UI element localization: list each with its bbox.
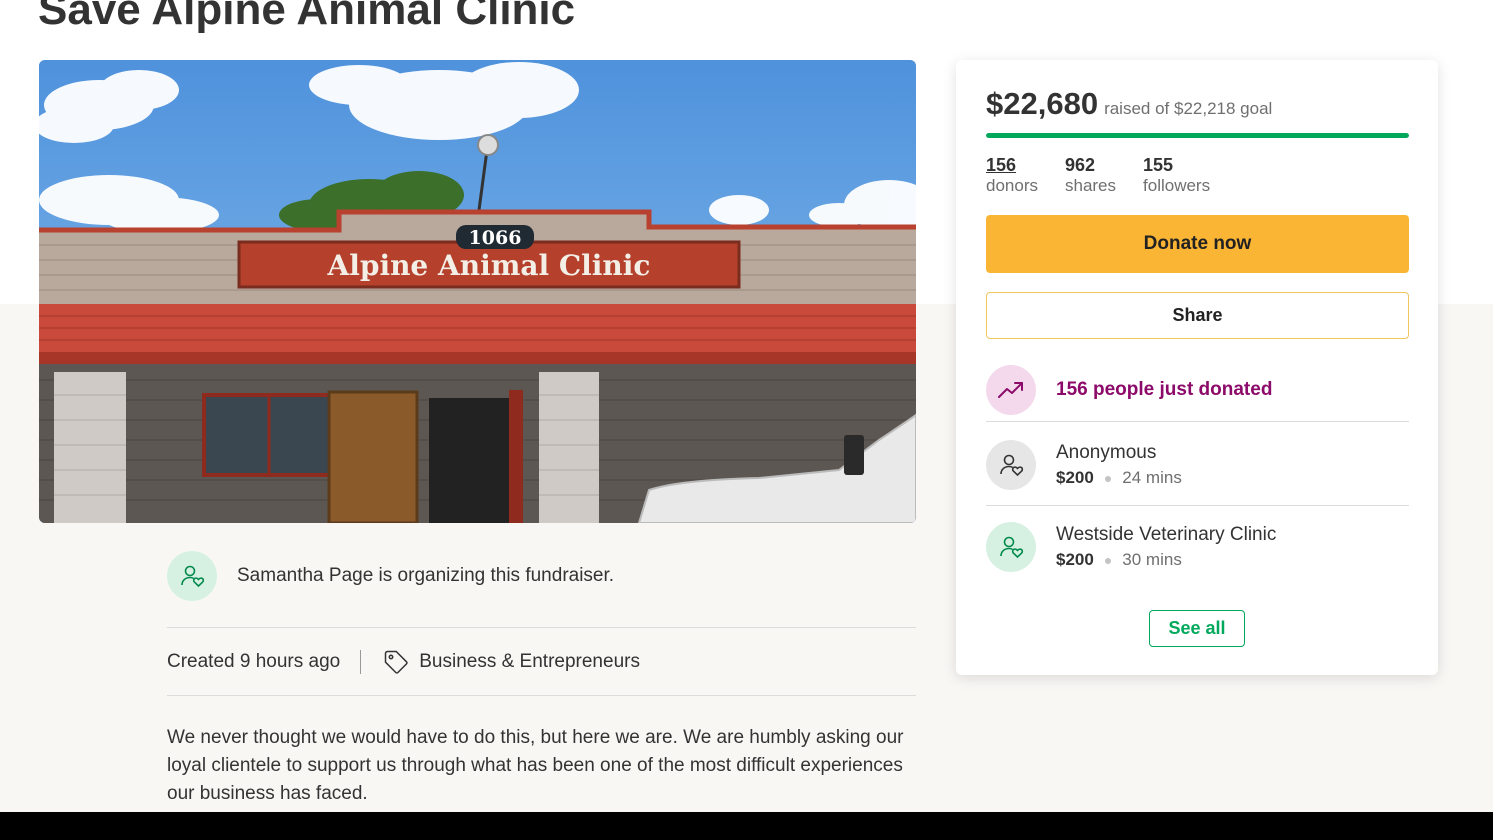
donor-name: Westside Veterinary Clinic	[1056, 524, 1277, 545]
donate-now-button[interactable]: Donate now	[986, 215, 1409, 273]
stat-value: 155	[1143, 155, 1174, 175]
see-all-button[interactable]: See all	[1149, 610, 1245, 647]
raised-goal: raised of $22,218 goal	[1104, 99, 1273, 118]
donation-amount: $200	[1056, 550, 1094, 569]
donation-item: Anonymous $200 ● 24 mins	[986, 424, 1409, 506]
person-heart-icon	[167, 551, 217, 601]
category-link[interactable]: Business & Entrepreneurs	[383, 649, 640, 675]
divider	[167, 627, 916, 628]
organizer-text: Samantha Page is organizing this fundrai…	[237, 565, 615, 586]
meta-separator	[360, 650, 362, 674]
stat-label: donors	[986, 176, 1038, 195]
donation-details: $200 ● 24 mins	[1056, 466, 1182, 490]
raised-summary: $22,680 raised of $22,218 goal	[986, 86, 1272, 122]
donation-info: Anonymous $200 ● 24 mins	[1056, 440, 1182, 490]
stats-row: 156 donors 962 shares 155 followers	[986, 154, 1237, 196]
hero-image: 1066 Alpine Animal Clinic	[39, 60, 916, 523]
donation-time: 24 mins	[1122, 467, 1182, 487]
donation-card: $22,680 raised of $22,218 goal 156 donor…	[956, 60, 1438, 675]
stat-followers: 155 followers	[1143, 154, 1210, 196]
donation-time: 30 mins	[1122, 550, 1182, 569]
dot-separator: ●	[1103, 552, 1113, 568]
stat-label: followers	[1143, 176, 1211, 195]
fundraiser-meta: Created 9 hours ago Business & Entrepren…	[167, 644, 640, 680]
progress-bar	[986, 133, 1409, 138]
stat-value[interactable]: 156	[986, 154, 1038, 176]
bottom-black-bar	[0, 812, 1493, 840]
divider	[167, 695, 916, 696]
created-time: Created 9 hours ago	[167, 651, 341, 672]
stat-donors[interactable]: 156 donors	[986, 154, 1038, 196]
raised-amount: $22,680	[986, 86, 1099, 121]
tag-icon	[384, 650, 408, 674]
organizer-row: Samantha Page is organizing this fundrai…	[167, 551, 916, 601]
donor-name: Anonymous	[1056, 441, 1157, 463]
donation-amount: $200	[1056, 467, 1094, 487]
stat-shares: 962 shares	[1065, 154, 1116, 196]
person-heart-icon	[986, 439, 1036, 490]
page-title: Save Alpine Animal Clinic	[38, 0, 576, 34]
stat-label: shares	[1064, 176, 1117, 195]
story-text: We never thought we would have to do thi…	[167, 727, 904, 804]
trending-up-icon	[986, 364, 1036, 415]
donation-item: Westside Veterinary Clinic $200 ● 30 min…	[986, 506, 1409, 588]
donation-details: $200 ● 30 mins	[1056, 548, 1276, 572]
recent-donations-summary: 156 people just donated	[986, 358, 1409, 422]
person-heart-icon	[986, 522, 1036, 572]
category-label: Business & Entrepreneurs	[419, 651, 640, 672]
share-button[interactable]: Share	[986, 292, 1409, 339]
dot-separator: ●	[1103, 469, 1113, 486]
clinic-sign-text: Alpine Animal Clinic	[327, 249, 651, 282]
building-number: 1066	[469, 227, 522, 249]
just-donated-text: 156 people just donated	[1056, 378, 1273, 400]
progress-fill	[986, 133, 1409, 138]
donation-info: Westside Veterinary Clinic $200 ● 30 min…	[1056, 522, 1276, 572]
stat-value: 962	[1064, 155, 1096, 175]
